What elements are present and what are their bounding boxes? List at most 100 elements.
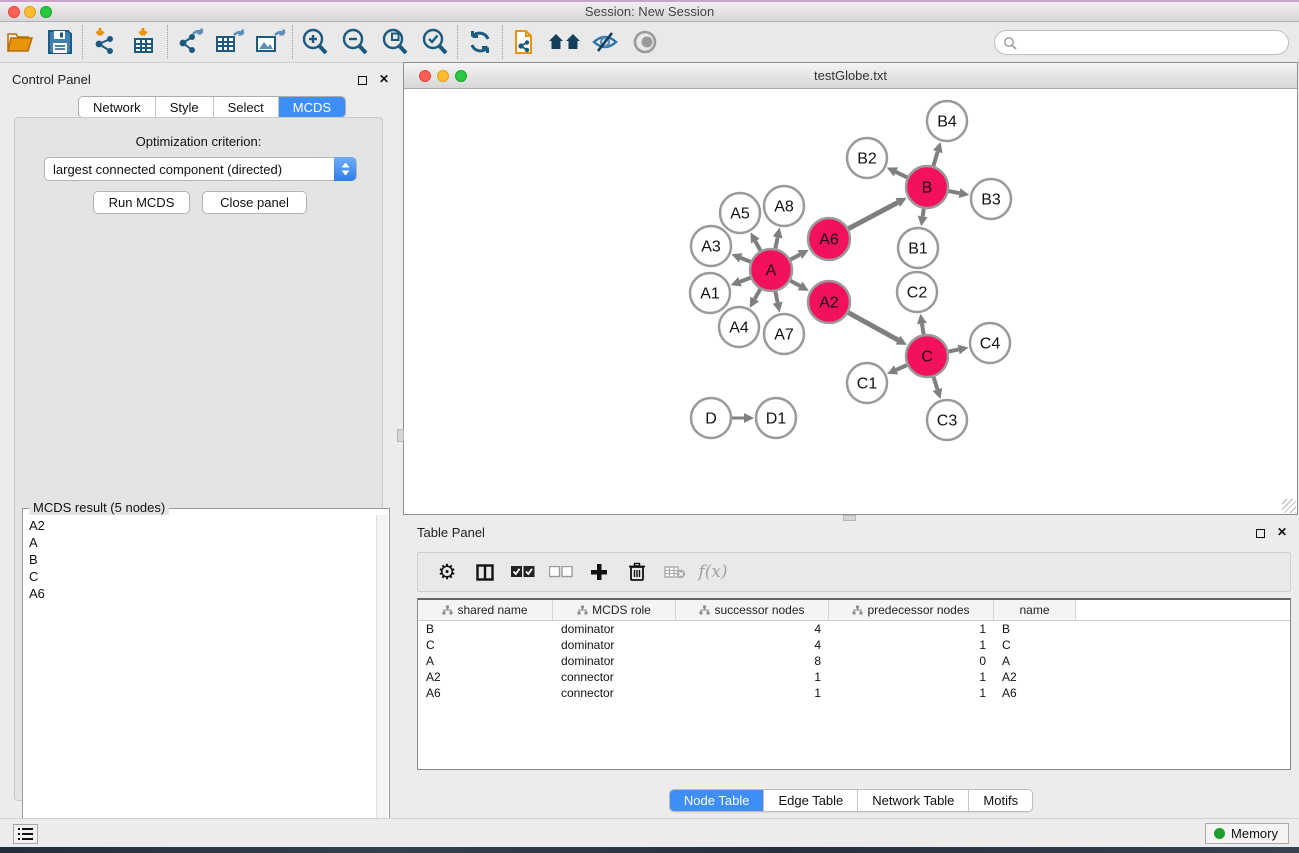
edge-C-C4[interactable]: [949, 349, 959, 351]
deselect-all-checkboxes-icon[interactable]: [542, 556, 580, 588]
task-history-button[interactable]: [13, 824, 38, 844]
table-row[interactable]: B dominator 4 1 B: [418, 621, 1290, 637]
tab-node-table[interactable]: Node Table: [670, 790, 765, 811]
export-image-icon[interactable]: [250, 24, 290, 60]
zoom-out-icon[interactable]: [335, 24, 375, 60]
run-mcds-button[interactable]: Run MCDS: [93, 191, 190, 214]
result-item[interactable]: C: [25, 568, 375, 585]
result-item[interactable]: A2: [25, 517, 375, 534]
edge-A-A3[interactable]: [741, 258, 751, 262]
edge-C-C1[interactable]: [896, 365, 907, 370]
tab-style[interactable]: Style: [156, 97, 214, 117]
zoom-fit-icon[interactable]: [375, 24, 415, 60]
column-header-name[interactable]: name: [994, 600, 1076, 620]
network-window-titlebar[interactable]: testGlobe.txt: [404, 63, 1297, 89]
table-row[interactable]: A dominator 8 0 A: [418, 653, 1290, 669]
edge-A-A5[interactable]: [755, 241, 760, 251]
mcds-result-box: MCDS result (5 nodes) A2 A B C A6: [22, 508, 390, 850]
tab-network[interactable]: Network: [79, 97, 156, 117]
edge-A-A6[interactable]: [790, 255, 799, 260]
table-panel: Table Panel ✕ ⚙ f(x) shared name: [403, 518, 1299, 818]
add-column-icon[interactable]: [580, 556, 618, 588]
select-all-checkboxes-icon[interactable]: [504, 556, 542, 588]
zoom-selected-icon[interactable]: [415, 24, 455, 60]
network-graph[interactable]: B4B2BB3A8A5A6A3B1AA1C2A2A4A7C4CC1C3DD1: [404, 89, 1297, 514]
arrowhead-C-C3: [933, 388, 943, 399]
edge-B-B2[interactable]: [896, 172, 907, 178]
arrowhead-D-D1: [744, 413, 754, 423]
vertical-divider-grip[interactable]: [397, 429, 404, 442]
zoom-in-icon[interactable]: [295, 24, 335, 60]
edge-B-B1[interactable]: [923, 209, 924, 217]
arrowhead-A-A7: [773, 302, 783, 313]
delete-column-icon[interactable]: [618, 556, 656, 588]
node-label-A: A: [766, 263, 777, 280]
import-network-icon[interactable]: [85, 24, 125, 60]
edge-A-A1[interactable]: [740, 278, 750, 282]
column-header-successor-nodes[interactable]: successor nodes: [676, 600, 829, 620]
table-row[interactable]: A2 connector 1 1 A2: [418, 669, 1290, 685]
result-item[interactable]: A: [25, 534, 375, 551]
edge-A6-B[interactable]: [848, 202, 897, 228]
save-session-icon[interactable]: [40, 24, 80, 60]
tab-network-table[interactable]: Network Table: [858, 790, 969, 811]
node-label-A3: A3: [701, 239, 721, 256]
edge-C-C3[interactable]: [934, 377, 938, 389]
edge-A2-C[interactable]: [848, 313, 898, 340]
node-table[interactable]: shared name MCDS role successor nodes pr…: [417, 598, 1291, 770]
toolbar-separator: [167, 25, 168, 59]
node-label-C: C: [921, 349, 933, 366]
refresh-icon[interactable]: [460, 24, 500, 60]
import-table-icon[interactable]: [125, 24, 165, 60]
edge-A-A8[interactable]: [775, 237, 777, 248]
export-table-icon[interactable]: [210, 24, 250, 60]
mcds-result-list[interactable]: A2 A B C A6: [25, 517, 375, 847]
tab-select[interactable]: Select: [214, 97, 279, 117]
first-neighbors-icon[interactable]: [545, 24, 585, 60]
result-item[interactable]: A6: [25, 585, 375, 602]
split-columns-icon[interactable]: [466, 556, 504, 588]
table-row[interactable]: C dominator 4 1 C: [418, 637, 1290, 653]
network-from-document-icon[interactable]: [505, 24, 545, 60]
float-table-panel-icon[interactable]: [1256, 527, 1265, 541]
node-label-C4: C4: [980, 336, 1001, 353]
close-table-panel-icon[interactable]: ✕: [1277, 525, 1287, 539]
close-panel-button[interactable]: Close panel: [202, 191, 307, 214]
shared-column-icon: [577, 605, 588, 615]
show-all-icon[interactable]: [625, 24, 665, 60]
edge-B-B3[interactable]: [949, 191, 960, 193]
result-item[interactable]: B: [25, 551, 375, 568]
function-builder-icon[interactable]: f(x): [694, 556, 732, 588]
network-window-title: testGlobe.txt: [404, 68, 1297, 83]
table-row[interactable]: A6 connector 1 1 A6: [418, 685, 1290, 701]
edge-B-B4[interactable]: [933, 152, 937, 166]
edge-A-A4[interactable]: [755, 289, 761, 299]
mcds-result-title: MCDS result (5 nodes): [29, 500, 169, 515]
window-resize-grip[interactable]: [1282, 499, 1296, 513]
arrowhead-B-B3: [959, 188, 970, 198]
edge-A-A2[interactable]: [790, 281, 800, 286]
optimization-criterion-select[interactable]: largest connected component (directed): [44, 157, 357, 181]
search-input[interactable]: [1017, 33, 1288, 53]
tab-mcds[interactable]: MCDS: [279, 97, 345, 117]
search-field[interactable]: [994, 30, 1289, 55]
float-panel-icon[interactable]: [358, 74, 367, 88]
column-header-mcds-role[interactable]: MCDS role: [553, 600, 676, 620]
memory-button[interactable]: Memory: [1205, 823, 1289, 844]
column-header-predecessor-nodes[interactable]: predecessor nodes: [829, 600, 994, 620]
tab-motifs[interactable]: Motifs: [969, 790, 1032, 811]
settings-gear-icon[interactable]: ⚙: [428, 556, 466, 588]
memory-label: Memory: [1231, 826, 1278, 841]
tab-edge-table[interactable]: Edge Table: [764, 790, 858, 811]
edge-A-A7[interactable]: [775, 292, 777, 303]
edge-C-C2[interactable]: [922, 324, 924, 335]
network-canvas[interactable]: B4B2BB3A8A5A6A3B1AA1C2A2A4A7C4CC1C3DD1: [404, 89, 1297, 514]
result-list-scrollbar[interactable]: [376, 515, 388, 847]
hide-selected-icon[interactable]: [585, 24, 625, 60]
node-label-B3: B3: [981, 192, 1001, 209]
export-network-icon[interactable]: [170, 24, 210, 60]
column-header-shared-name[interactable]: shared name: [418, 600, 553, 620]
close-panel-icon[interactable]: ✕: [379, 72, 389, 86]
delete-table-icon[interactable]: [656, 556, 694, 588]
open-session-icon[interactable]: [0, 24, 40, 60]
